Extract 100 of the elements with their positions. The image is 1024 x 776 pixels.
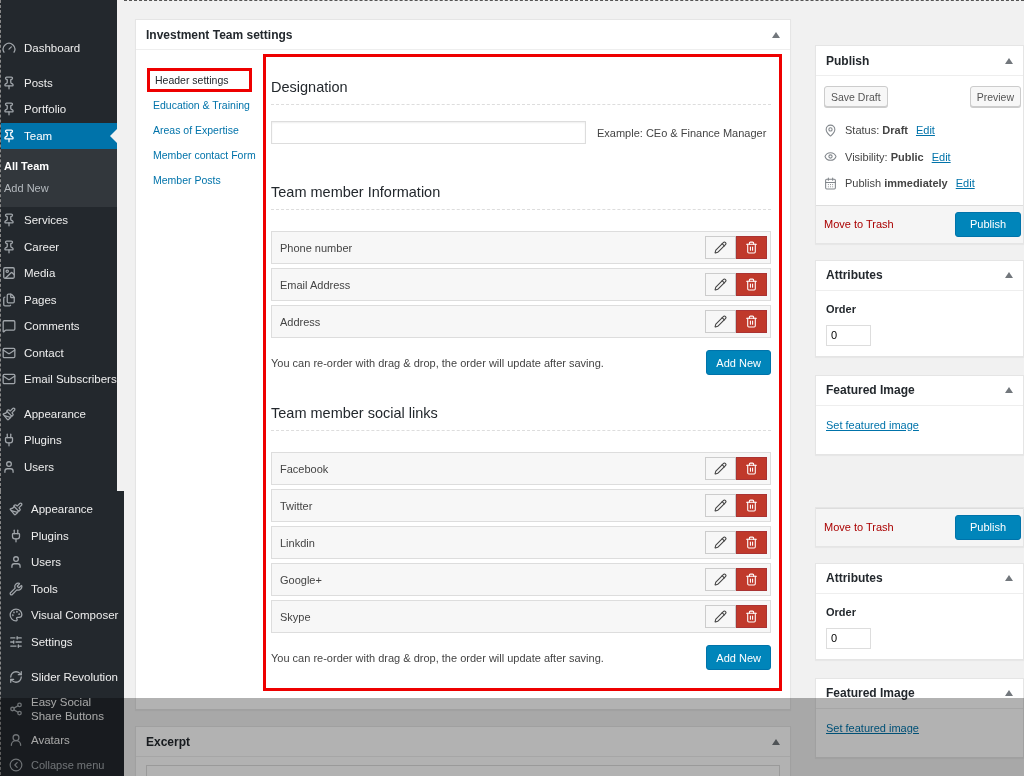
publish-button[interactable]: Publish: [954, 514, 1021, 540]
field-hint: Example: CEo & Finance Manager: [597, 126, 767, 139]
edit-button[interactable]: [705, 605, 736, 628]
add-new-button[interactable]: Add New: [706, 350, 771, 375]
sortable-row[interactable]: Twitter: [271, 489, 771, 522]
menu-item[interactable]: Contact: [1, 339, 117, 366]
menu-item[interactable]: Users: [1, 453, 117, 480]
menu-item[interactable]: Posts: [1, 69, 117, 96]
edit-button[interactable]: [705, 531, 736, 554]
pin-icon: [824, 123, 837, 137]
menu-item[interactable]: Comments: [1, 313, 117, 340]
pushpin-icon: [2, 128, 16, 143]
reorder-note: You can re-order with drag & drop, the order will update after saving.: [271, 651, 604, 664]
collapse-toggle-icon[interactable]: [1005, 57, 1013, 64]
sortable-row[interactable]: Facebook: [271, 452, 771, 485]
menu-item[interactable]: Slider Revolution: [1, 664, 124, 691]
menu-item[interactable]: Visual Composer: [1, 602, 124, 629]
delete-button[interactable]: [736, 531, 767, 554]
pushpin-icon: [2, 239, 16, 254]
trash-icon: [745, 278, 758, 291]
menu-item[interactable]: Media: [1, 260, 117, 287]
menu-item[interactable]: Easy Social Share Buttons: [1, 690, 124, 727]
publish-info: Status: Draft: [845, 124, 908, 137]
set-featured-image-link[interactable]: Set featured image: [826, 721, 919, 734]
pencil-icon: [714, 315, 727, 328]
submenu-item[interactable]: Add New: [1, 177, 117, 199]
trash-icon: [745, 315, 758, 328]
move-to-trash-link[interactable]: Move to Trash: [824, 218, 894, 230]
trash-icon: [745, 462, 758, 475]
menu-item[interactable]: Tools: [1, 575, 124, 602]
submenu-item[interactable]: All Team: [1, 155, 117, 177]
menu-item[interactable]: Email Subscribers: [1, 366, 117, 393]
menu-item[interactable]: Plugins: [1, 522, 124, 549]
add-new-button[interactable]: Add New: [706, 645, 771, 670]
edit-button[interactable]: [705, 457, 736, 480]
order-field[interactable]: 0: [826, 324, 871, 346]
calendar-icon: [824, 176, 837, 190]
edit-link[interactable]: Edit: [931, 150, 951, 163]
collapse-toggle-icon[interactable]: [1005, 575, 1013, 581]
collapse-menu-button[interactable]: Collapse menu: [1, 753, 124, 776]
collapse-toggle-icon[interactable]: [772, 31, 780, 38]
trash-icon: [745, 610, 758, 623]
edit-link[interactable]: Edit: [955, 177, 975, 190]
plug-icon: [2, 433, 16, 448]
menu-item[interactable]: Users: [1, 549, 124, 576]
menu-item[interactable]: Avatars: [1, 726, 124, 753]
settings-tab[interactable]: Education & Training: [147, 93, 256, 117]
menu-item[interactable]: Appearance: [1, 400, 117, 427]
move-to-trash-link[interactable]: Move to Trash: [824, 521, 894, 533]
set-featured-image-link[interactable]: Set featured image: [826, 418, 919, 431]
menu-item[interactable]: Services: [1, 207, 117, 234]
collapse-toggle-icon[interactable]: [772, 738, 780, 745]
collapse-toggle-icon[interactable]: [1005, 272, 1013, 278]
sortable-row[interactable]: Skype: [271, 600, 771, 633]
order-field[interactable]: 0: [826, 627, 871, 649]
sortable-row[interactable]: Phone number: [271, 231, 771, 264]
delete-button[interactable]: [736, 310, 767, 333]
sortable-row[interactable]: Linkdin: [271, 526, 771, 559]
designation-field[interactable]: [271, 121, 586, 144]
delete-button[interactable]: [736, 605, 767, 628]
user-icon: [9, 555, 23, 570]
collapse-toggle-icon[interactable]: [1005, 387, 1013, 393]
delete-button[interactable]: [736, 236, 767, 259]
collapse-toggle-icon[interactable]: [1005, 690, 1013, 696]
edit-button[interactable]: [705, 310, 736, 333]
menu-item[interactable]: Pages: [1, 286, 117, 313]
publish-button[interactable]: Publish: [954, 211, 1021, 237]
settings-tab[interactable]: Header settings: [147, 68, 252, 92]
sortable-row[interactable]: Google+: [271, 563, 771, 596]
delete-button[interactable]: [736, 273, 767, 296]
edit-button[interactable]: [705, 273, 736, 296]
settings-tab[interactable]: Member Posts: [147, 168, 227, 192]
share-icon: [9, 701, 23, 716]
sortable-row[interactable]: Email Address: [271, 268, 771, 301]
menu-item[interactable]: Portfolio: [1, 96, 117, 123]
settings-tab[interactable]: Member contact Form: [147, 143, 262, 167]
edit-button[interactable]: [705, 494, 736, 517]
menu-item[interactable]: Dashboard: [1, 35, 117, 62]
delete-button[interactable]: [736, 494, 767, 517]
menu-item[interactable]: Plugins: [1, 427, 117, 454]
image-icon: [2, 266, 16, 281]
save-draft-button[interactable]: Save Draft: [824, 86, 888, 107]
menu-item[interactable]: Settings: [1, 628, 124, 655]
row-label: Email Address: [280, 278, 351, 291]
menu-item[interactable]: Career: [1, 233, 117, 260]
pencil-icon: [714, 610, 727, 623]
menu-item[interactable]: Appearance: [1, 496, 124, 523]
settings-tab[interactable]: Areas of Expertise: [147, 118, 245, 142]
delete-button[interactable]: [736, 457, 767, 480]
edit-button[interactable]: [705, 236, 736, 259]
delete-button[interactable]: [736, 568, 767, 591]
menu-item[interactable]: Team: [1, 122, 117, 149]
pencil-icon: [714, 462, 727, 475]
row-label: Phone number: [280, 241, 353, 254]
sortable-row[interactable]: Address: [271, 305, 771, 338]
preview-button[interactable]: Preview: [969, 86, 1021, 107]
wrench-icon: [9, 581, 23, 596]
edit-link[interactable]: Edit: [915, 124, 935, 137]
edit-button[interactable]: [705, 568, 736, 591]
publish-info: Publish immediately: [845, 177, 948, 190]
